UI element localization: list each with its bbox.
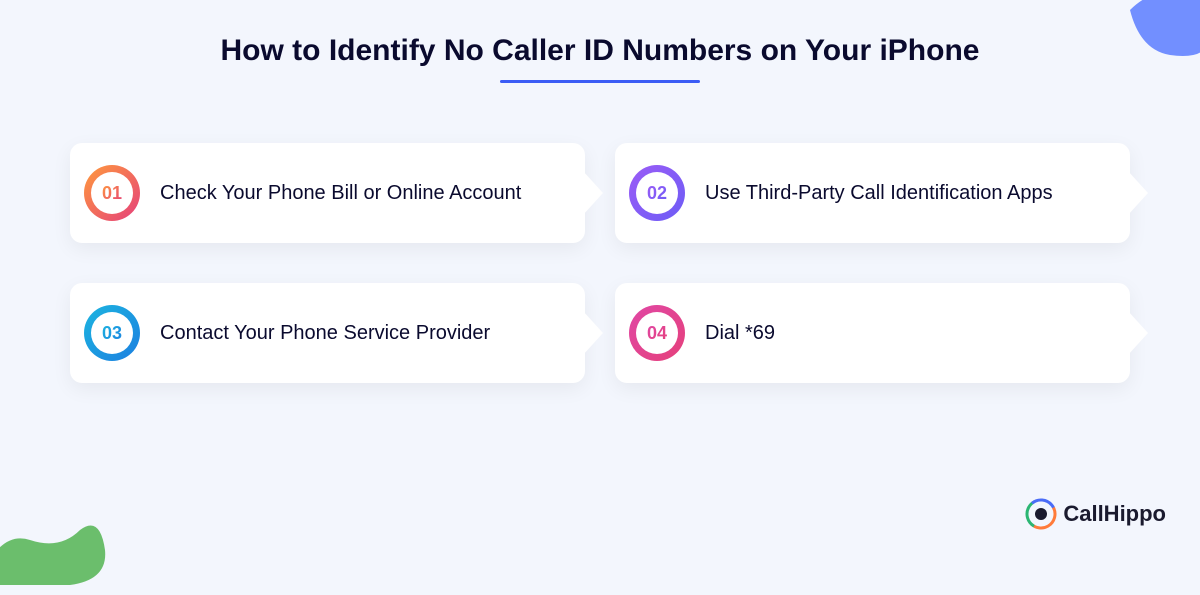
step-badge-4: 04	[629, 305, 685, 361]
step-number: 02	[647, 183, 667, 204]
decoration-bottom-left	[0, 490, 110, 590]
step-badge-1: 01	[84, 165, 140, 221]
step-label: Dial *69	[705, 320, 775, 347]
callhippo-icon	[1025, 498, 1057, 530]
steps-grid: 01 Check Your Phone Bill or Online Accou…	[0, 83, 1200, 383]
step-number: 04	[647, 323, 667, 344]
step-label: Check Your Phone Bill or Online Account	[160, 180, 521, 207]
step-label: Contact Your Phone Service Provider	[160, 320, 490, 347]
page-title: How to Identify No Caller ID Numbers on …	[0, 0, 1200, 68]
brand-name: CallHippo	[1063, 501, 1166, 527]
step-badge-2: 02	[629, 165, 685, 221]
step-label: Use Third-Party Call Identification Apps	[705, 180, 1053, 207]
step-number: 01	[102, 183, 122, 204]
step-number: 03	[102, 323, 122, 344]
step-badge-3: 03	[84, 305, 140, 361]
decoration-top-right	[1110, 0, 1200, 90]
step-card-2: 02 Use Third-Party Call Identification A…	[615, 143, 1130, 243]
step-card-3: 03 Contact Your Phone Service Provider	[70, 283, 585, 383]
step-card-1: 01 Check Your Phone Bill or Online Accou…	[70, 143, 585, 243]
step-card-4: 04 Dial *69	[615, 283, 1130, 383]
brand-logo: CallHippo	[1025, 498, 1166, 530]
